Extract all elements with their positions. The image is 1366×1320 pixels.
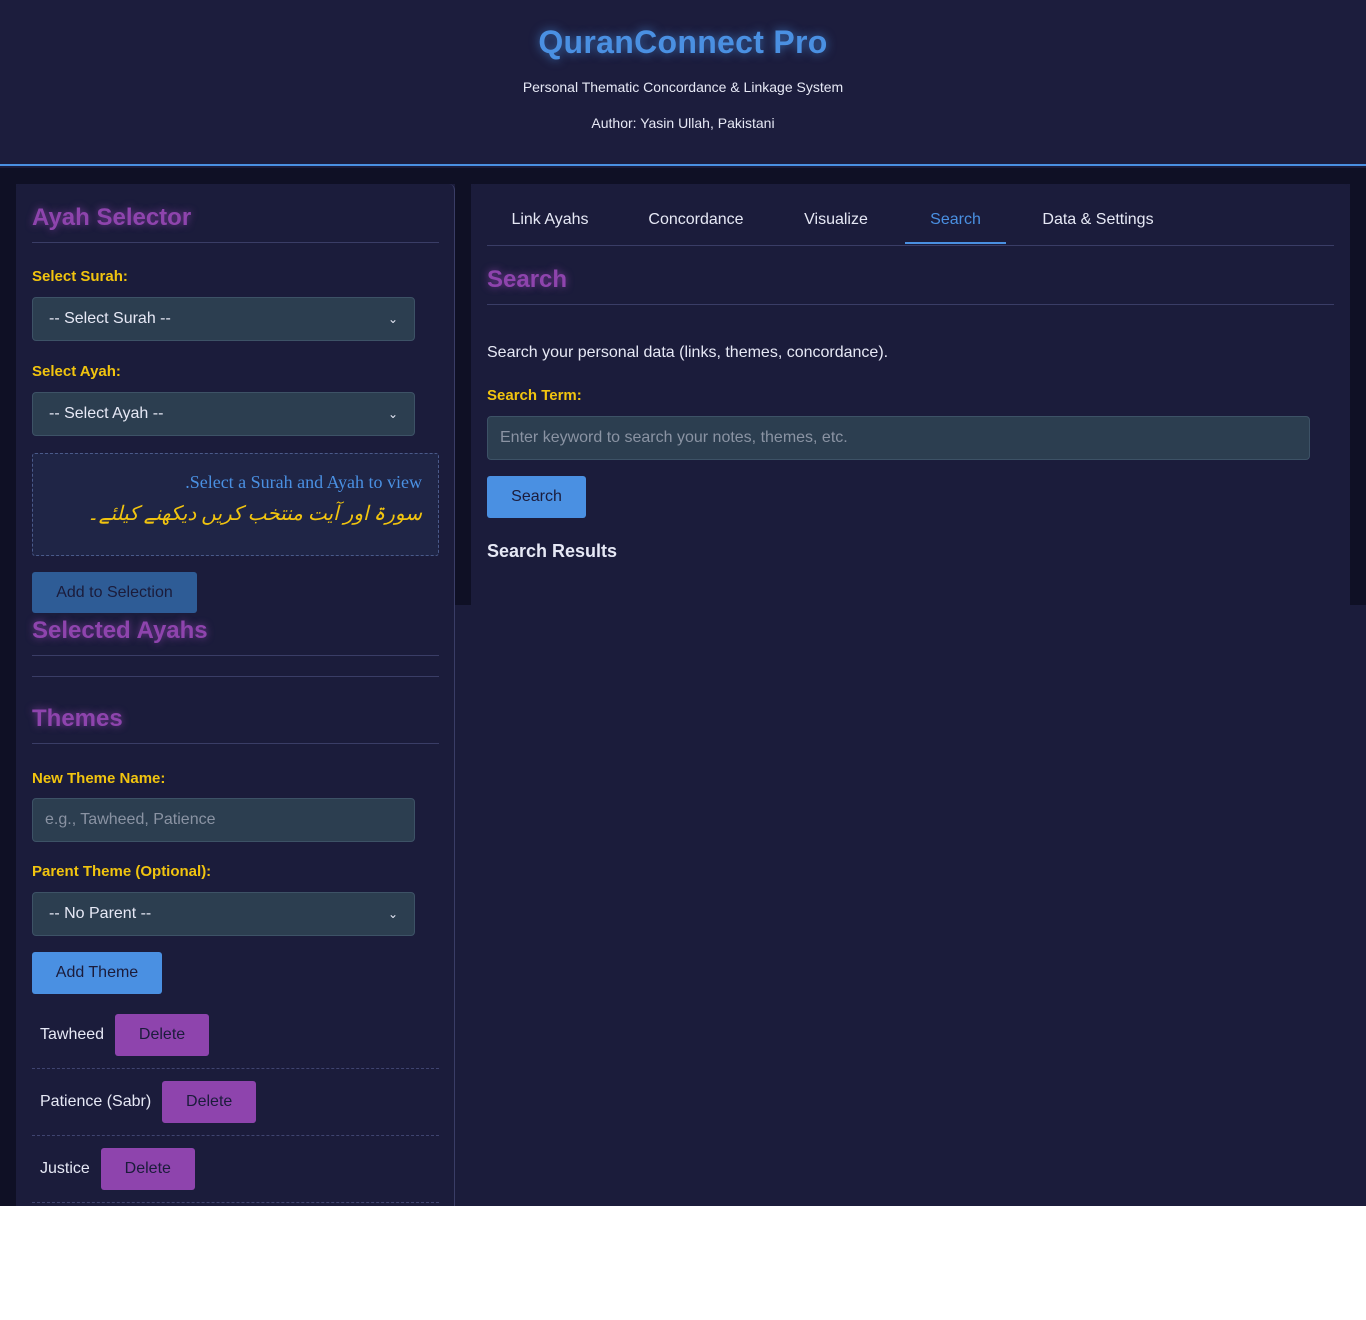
chevron-down-icon: ⌄ xyxy=(387,312,398,326)
delete-theme-button[interactable]: Delete xyxy=(162,1081,257,1123)
selected-ayahs-title: Selected Ayahs xyxy=(32,617,439,656)
theme-item: Patience (Sabr) Delete xyxy=(32,1069,439,1136)
header-gap xyxy=(0,168,1366,184)
preview-text-urdu: سورۃ اور آیت منتخب کریں دیکھنے کیلئے۔ xyxy=(87,503,422,525)
delete-theme-button[interactable]: Delete xyxy=(100,1148,195,1190)
gutter-left xyxy=(0,184,16,1206)
search-section-title: Search xyxy=(487,266,1334,305)
parent-theme-label: Parent Theme (Optional): xyxy=(32,863,212,880)
new-theme-label: New Theme Name: xyxy=(32,770,166,787)
sidebar: Ayah Selector Select Surah: -- Select Su… xyxy=(16,184,455,1206)
new-theme-input[interactable]: e.g., Tawheed, Patience xyxy=(32,798,415,842)
tab-visualize[interactable]: Visualize xyxy=(784,184,888,244)
parent-theme-value: -- No Parent -- xyxy=(49,905,152,922)
selected-ayahs-divider xyxy=(32,676,439,677)
ayah-label: Select Ayah: xyxy=(32,363,121,380)
surah-select-value: -- Select Surah -- xyxy=(49,310,171,327)
themes-title: Themes xyxy=(32,705,439,744)
chevron-down-icon: ⌄ xyxy=(387,907,398,921)
tab-link-ayahs[interactable]: Link Ayahs xyxy=(487,184,613,244)
ayah-select-value: -- Select Ayah -- xyxy=(49,405,164,422)
surah-label: Select Surah: xyxy=(32,268,128,285)
main-panel: Link Ayahs Concordance Visualize Search … xyxy=(471,184,1350,605)
ayah-preview: Select a Surah and Ayah to view. سورۃ او… xyxy=(32,453,439,556)
tab-search[interactable]: Search xyxy=(905,184,1006,244)
search-button[interactable]: Search xyxy=(487,476,586,518)
page-header: QuranConnect Pro Personal Thematic Conco… xyxy=(0,0,1366,166)
theme-name: Patience (Sabr) xyxy=(40,1093,152,1110)
tab-bar: Link Ayahs Concordance Visualize Search … xyxy=(487,184,1334,246)
author-line: Author: Yasin Ullah, Pakistani xyxy=(591,115,775,131)
search-term-label: Search Term: xyxy=(487,387,582,404)
theme-item: Tawheed Delete xyxy=(32,1002,439,1069)
chevron-down-icon: ⌄ xyxy=(387,407,398,421)
parent-theme-select[interactable]: -- No Parent -- ⌄ xyxy=(32,892,415,936)
app-title: QuranConnect Pro xyxy=(538,24,828,60)
app-subtitle: Personal Thematic Concordance & Linkage … xyxy=(522,79,844,95)
search-results-title: Search Results xyxy=(487,541,618,561)
search-input[interactable]: Enter keyword to search your notes, them… xyxy=(487,416,1310,460)
tab-data-settings[interactable]: Data & Settings xyxy=(1023,184,1173,244)
surah-select[interactable]: -- Select Surah -- ⌄ xyxy=(32,297,415,341)
preview-text-english: Select a Surah and Ayah to view. xyxy=(185,472,422,492)
add-to-selection-button[interactable]: Add to Selection xyxy=(32,572,197,613)
theme-item: Justice Delete xyxy=(32,1136,439,1203)
theme-name: Tawheed xyxy=(40,1026,105,1043)
search-description: Search your personal data (links, themes… xyxy=(487,344,889,361)
app: QuranConnect Pro Personal Thematic Conco… xyxy=(0,0,1366,1206)
ayah-select[interactable]: -- Select Ayah -- ⌄ xyxy=(32,392,415,436)
tab-concordance[interactable]: Concordance xyxy=(625,184,767,244)
theme-name: Justice xyxy=(40,1160,90,1177)
gutter-right xyxy=(1350,184,1366,605)
theme-list: Tawheed Delete Patience (Sabr) Delete Ju… xyxy=(32,1002,439,1203)
gutter-middle xyxy=(455,184,471,605)
ayah-selector-title: Ayah Selector xyxy=(32,204,439,243)
delete-theme-button[interactable]: Delete xyxy=(115,1014,210,1056)
add-theme-button[interactable]: Add Theme xyxy=(32,952,162,994)
